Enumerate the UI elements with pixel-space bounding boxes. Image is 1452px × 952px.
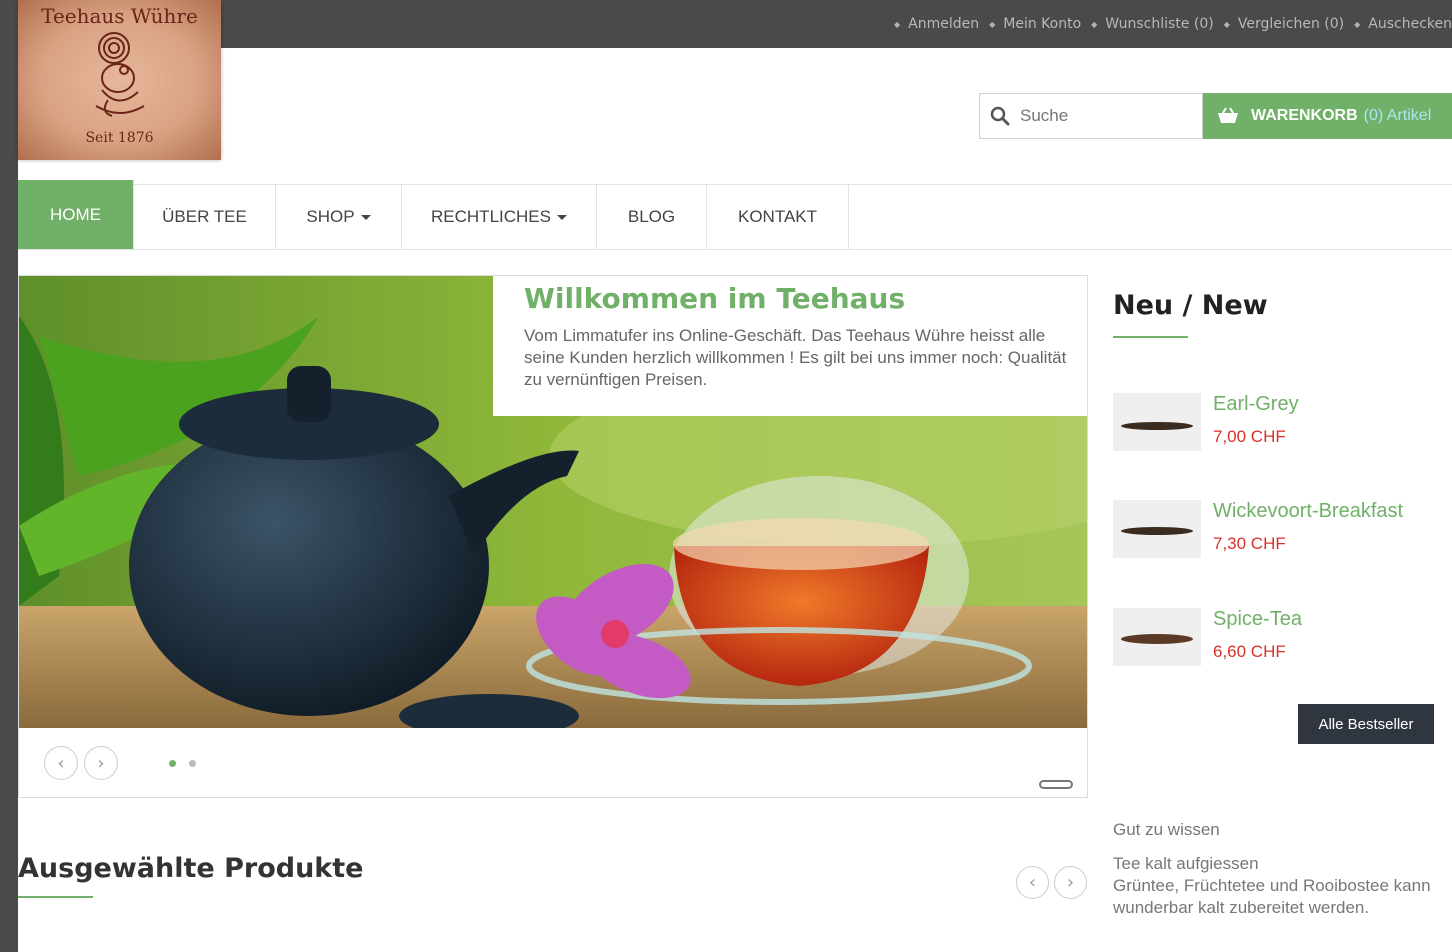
logo-subtitle: Seit 1876 <box>85 130 154 146</box>
cart-count: (0) Artikel <box>1363 107 1432 124</box>
chevron-left-icon: ‹ <box>1028 872 1037 893</box>
buddha-icon <box>95 32 145 117</box>
diamond-icon: ◆ <box>893 19 901 29</box>
nav-blog[interactable]: BLOG <box>597 185 707 249</box>
nav-shop[interactable]: SHOP <box>276 185 402 249</box>
search-icon[interactable] <box>980 106 1020 126</box>
product-thumbnail[interactable] <box>1113 393 1201 451</box>
welcome-title: Willkommen im Teehaus <box>524 282 906 315</box>
account-links: ◆ Anmelden ◆ Mein Konto ◆ Wunschliste (0) ◆… <box>884 0 1452 48</box>
featured-next-button[interactable]: › <box>1054 866 1087 899</box>
slider-dot[interactable] <box>169 760 176 767</box>
featured-products-title: Ausgewählte Produkte <box>18 853 364 884</box>
product-item[interactable]: Spice-Tea 6,60 CHF <box>1113 608 1452 668</box>
product-name[interactable]: Earl-Grey <box>1213 393 1299 416</box>
welcome-box: Willkommen im Teehaus Vom Limmatufer ins… <box>493 276 1087 416</box>
product-name[interactable]: Spice-Tea <box>1213 608 1302 631</box>
slider-prev-button[interactable]: ‹ <box>44 746 78 780</box>
nav-about-tea[interactable]: ÜBER TEE <box>134 185 276 249</box>
featured-prev-button[interactable]: ‹ <box>1016 866 1049 899</box>
nav-home[interactable]: HOME <box>18 180 134 249</box>
product-thumbnail[interactable] <box>1113 608 1201 666</box>
diamond-icon: ◆ <box>1223 19 1230 29</box>
info-title: Gut zu wissen <box>1113 820 1220 839</box>
diamond-icon: ◆ <box>989 19 996 29</box>
slider-dot[interactable] <box>189 760 196 767</box>
login-link[interactable]: ◆ Anmelden <box>894 16 979 32</box>
cart-label: WARENKORB <box>1251 107 1358 124</box>
chevron-left-icon: ‹ <box>57 752 65 774</box>
diamond-icon: ◆ <box>1091 19 1098 29</box>
top-bar: ◆ Anmelden ◆ Mein Konto ◆ Wunschliste (0) ◆… <box>18 0 1452 48</box>
product-item[interactable]: Wickevoort-Breakfast 7,30 CHF <box>1113 500 1452 560</box>
title-underline <box>18 896 93 898</box>
search-input[interactable] <box>1020 106 1190 126</box>
hero-slider[interactable]: Willkommen im Teehaus Vom Limmatufer ins… <box>18 275 1088 798</box>
welcome-text: Vom Limmatufer ins Online-Geschäft. Das … <box>524 326 1067 389</box>
cart-button[interactable]: WARENKORB (0) Artikel <box>1203 93 1452 139</box>
info-text: Grüntee, Früchtetee und Rooibostee kann … <box>1113 876 1431 917</box>
info-subtitle[interactable]: Tee kalt aufgiessen <box>1113 854 1259 874</box>
chevron-right-icon: › <box>97 752 105 774</box>
slider-next-button[interactable]: › <box>84 746 118 780</box>
caret-down-icon <box>360 214 371 220</box>
basket-icon <box>1218 107 1238 123</box>
product-price: 7,00 CHF <box>1213 427 1286 446</box>
product-thumbnail[interactable] <box>1113 500 1201 558</box>
logo-title: Teehaus Wühre <box>41 4 198 28</box>
all-bestsellers-button[interactable]: Alle Bestseller <box>1298 704 1434 744</box>
title-underline <box>1113 336 1188 338</box>
product-item[interactable]: Earl-Grey 7,00 CHF <box>1113 393 1452 453</box>
main-nav: HOME ÜBER TEE SHOP RECHTLICHES BLOG KONT… <box>18 180 1452 250</box>
checkout-link[interactable]: ◆ Auschecken <box>1354 16 1452 32</box>
wishlist-link[interactable]: ◆ Wunschliste (0) <box>1091 16 1214 32</box>
search-box[interactable] <box>979 93 1203 139</box>
compare-link[interactable]: ◆ Vergleichen (0) <box>1224 16 1344 32</box>
caret-down-icon <box>556 214 567 220</box>
diamond-icon: ◆ <box>1354 19 1361 29</box>
my-account-link[interactable]: ◆ Mein Konto <box>989 16 1081 32</box>
product-price: 6,60 CHF <box>1213 642 1286 661</box>
product-price: 7,30 CHF <box>1213 534 1286 553</box>
new-products-title: Neu / New <box>1113 290 1268 321</box>
logo[interactable]: Teehaus Wühre Seit 1876 <box>18 0 221 160</box>
product-name[interactable]: Wickevoort-Breakfast <box>1213 500 1403 523</box>
chevron-right-icon: › <box>1066 872 1075 893</box>
left-gutter <box>0 0 18 952</box>
nav-contact[interactable]: KONTAKT <box>707 185 849 249</box>
nav-legal[interactable]: RECHTLICHES <box>402 185 597 249</box>
slider-pause-toggle[interactable] <box>1039 780 1073 789</box>
